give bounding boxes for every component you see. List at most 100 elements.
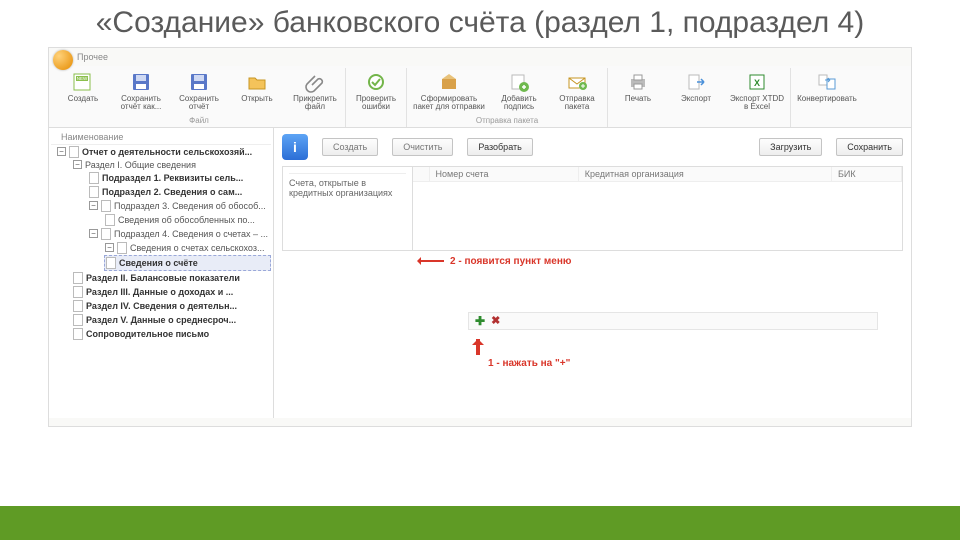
tree-section-1[interactable]: −Раздел I. Общие сведения (51, 159, 271, 171)
print-label: Печать (625, 95, 651, 113)
accounts-table: Номер счета Кредитная организация БИК (413, 167, 902, 182)
col-account-number[interactable]: Номер счета (429, 167, 578, 182)
tree-label: Раздел III. Данные о доходах и ... (86, 287, 233, 297)
new-icon: NEW (71, 70, 95, 94)
info-icon: i (282, 134, 308, 160)
right-panel: Номер счета Кредитная организация БИК (413, 167, 902, 250)
send-icon (565, 70, 589, 94)
tree-label: Раздел II. Балансовые показатели (86, 273, 240, 283)
tree-section-2[interactable]: Раздел II. Балансовые показатели (51, 271, 271, 285)
tree-label: Сведения о счетах сельскохоз... (130, 243, 264, 253)
action-row: i Создать Очистить Разобрать Загрузить С… (282, 134, 903, 160)
tree-label: Сопроводительное письмо (86, 329, 209, 339)
annotation-2-arrow-icon (418, 260, 444, 262)
export-xtdd-button[interactable]: X Экспорт XTDD в Excel (726, 68, 788, 115)
tree-label: Отчет о деятельности сельскохозяй... (82, 147, 252, 157)
collapse-icon[interactable]: − (89, 229, 98, 238)
tree-leaf-3a[interactable]: Сведения об обособленных по... (51, 213, 271, 227)
pack-button[interactable]: Сформировать пакет для отправки (409, 68, 489, 115)
collapse-icon[interactable]: − (57, 147, 66, 156)
page-icon (101, 200, 111, 212)
tree-pane: Наименование −Отчет о деятельности сельс… (49, 128, 274, 418)
tree-label: Подраздел 3. Сведения об обособ... (114, 201, 266, 211)
tree-cover-letter[interactable]: Сопроводительное письмо (51, 327, 271, 341)
btn-save[interactable]: Сохранить (836, 138, 903, 156)
tree-section-4[interactable]: Раздел IV. Сведения о деятельн... (51, 299, 271, 313)
check-icon (364, 70, 388, 94)
convert-button[interactable]: Конвертировать (793, 68, 861, 115)
ribbon-group-file: NEW Создать Сохранить отчёт как... Сохра… (53, 68, 346, 127)
tree-label: Раздел IV. Сведения о деятельн... (86, 301, 237, 311)
tree-sub-1-2[interactable]: Подраздел 2. Сведения о сам... (51, 185, 271, 199)
save-as-button[interactable]: Сохранить отчёт как... (113, 68, 169, 115)
tree-sub-1-1[interactable]: Подраздел 1. Реквизиты сель... (51, 171, 271, 185)
page-icon (73, 272, 83, 284)
page-icon (117, 242, 127, 254)
svg-text:X: X (754, 78, 760, 88)
tree-leaf-4a[interactable]: − Сведения о счетах сельскохоз... (51, 241, 271, 255)
export-button[interactable]: Экспорт (668, 68, 724, 115)
content-split: Счета, открытые в кредитных организациях… (282, 166, 903, 251)
tree-section-5[interactable]: Раздел V. Данные о среднесроч... (51, 313, 271, 327)
menu-item-other[interactable]: Прочее (77, 52, 108, 62)
ribbon-group-convert: Конвертировать (791, 68, 863, 127)
col-blank (413, 167, 429, 182)
page-icon (73, 328, 83, 340)
export-icon (684, 70, 708, 94)
tree-label: Подраздел 2. Сведения о сам... (102, 187, 242, 197)
delete-row-icon[interactable]: ✖ (491, 314, 500, 327)
export-label: Экспорт (681, 95, 711, 113)
col-bik[interactable]: БИК (832, 167, 902, 182)
create-label: Создать (68, 95, 98, 113)
menubar: Прочее (49, 48, 911, 66)
collapse-icon[interactable]: − (89, 201, 98, 210)
tree-sub-1-4[interactable]: −Подраздел 4. Сведения о счетах – ... (51, 227, 271, 241)
svg-text:NEW: NEW (77, 76, 88, 81)
check-button[interactable]: Проверить ошибки (348, 68, 404, 115)
collapse-icon[interactable]: − (105, 243, 114, 252)
page-icon (73, 314, 83, 326)
app-orb-icon[interactable] (53, 50, 73, 70)
save-button[interactable]: Сохранить отчёт (171, 68, 227, 115)
tree-sub-1-3[interactable]: − Подраздел 3. Сведения об обособ... (51, 199, 271, 213)
btn-parse[interactable]: Разобрать (467, 138, 532, 156)
check-label: Проверить ошибки (349, 95, 403, 113)
tree-label: Раздел V. Данные о среднесроч... (86, 315, 236, 325)
send-label: Отправка пакета (550, 95, 604, 113)
add-row-icon[interactable]: ✚ (475, 314, 485, 328)
print-button[interactable]: Печать (610, 68, 666, 115)
slide-title: «Создание» банковского счёта (раздел 1, … (0, 0, 960, 45)
ribbon: NEW Создать Сохранить отчёт как... Сохра… (49, 66, 911, 128)
tree-leaf-account-selected[interactable]: Сведения о счёте (104, 255, 271, 271)
btn-clear[interactable]: Очистить (392, 138, 453, 156)
open-label: Открыть (241, 95, 272, 113)
annotation-1: 1 - нажать на "+" (488, 358, 570, 369)
app-window: Прочее NEW Создать Сохранить отчёт как..… (48, 47, 912, 427)
row-toolbar: ✚ ✖ (468, 312, 878, 330)
sign-button[interactable]: Добавить подпись (491, 68, 547, 115)
btn-create[interactable]: Создать (322, 138, 378, 156)
page-icon (89, 172, 99, 184)
tree-section-3[interactable]: Раздел III. Данные о доходах и ... (51, 285, 271, 299)
save-icon (187, 70, 211, 94)
attach-button[interactable]: Прикрепить файл (287, 68, 343, 115)
group-file-title: Файл (189, 116, 209, 125)
tree-root[interactable]: − Отчет о деятельности сельскохозяй... (51, 145, 271, 159)
attach-label: Прикрепить файл (288, 95, 342, 113)
left-panel: Счета, открытые в кредитных организациях (283, 167, 413, 250)
open-button[interactable]: Открыть (229, 68, 285, 115)
col-credit-org[interactable]: Кредитная организация (578, 167, 831, 182)
btn-load[interactable]: Загрузить (759, 138, 822, 156)
save-label: Сохранить отчёт (172, 95, 226, 113)
send-button[interactable]: Отправка пакета (549, 68, 605, 115)
printer-icon (626, 70, 650, 94)
tree-header: Наименование (51, 130, 271, 145)
collapse-icon[interactable]: − (73, 160, 82, 169)
paperclip-icon (303, 70, 327, 94)
page-icon (69, 146, 79, 158)
slide-footer-bar (0, 506, 960, 540)
content-pane: i Создать Очистить Разобрать Загрузить С… (274, 128, 911, 418)
page-icon (89, 186, 99, 198)
create-button[interactable]: NEW Создать (55, 68, 111, 115)
tree-label: Подраздел 1. Реквизиты сель... (102, 173, 243, 183)
